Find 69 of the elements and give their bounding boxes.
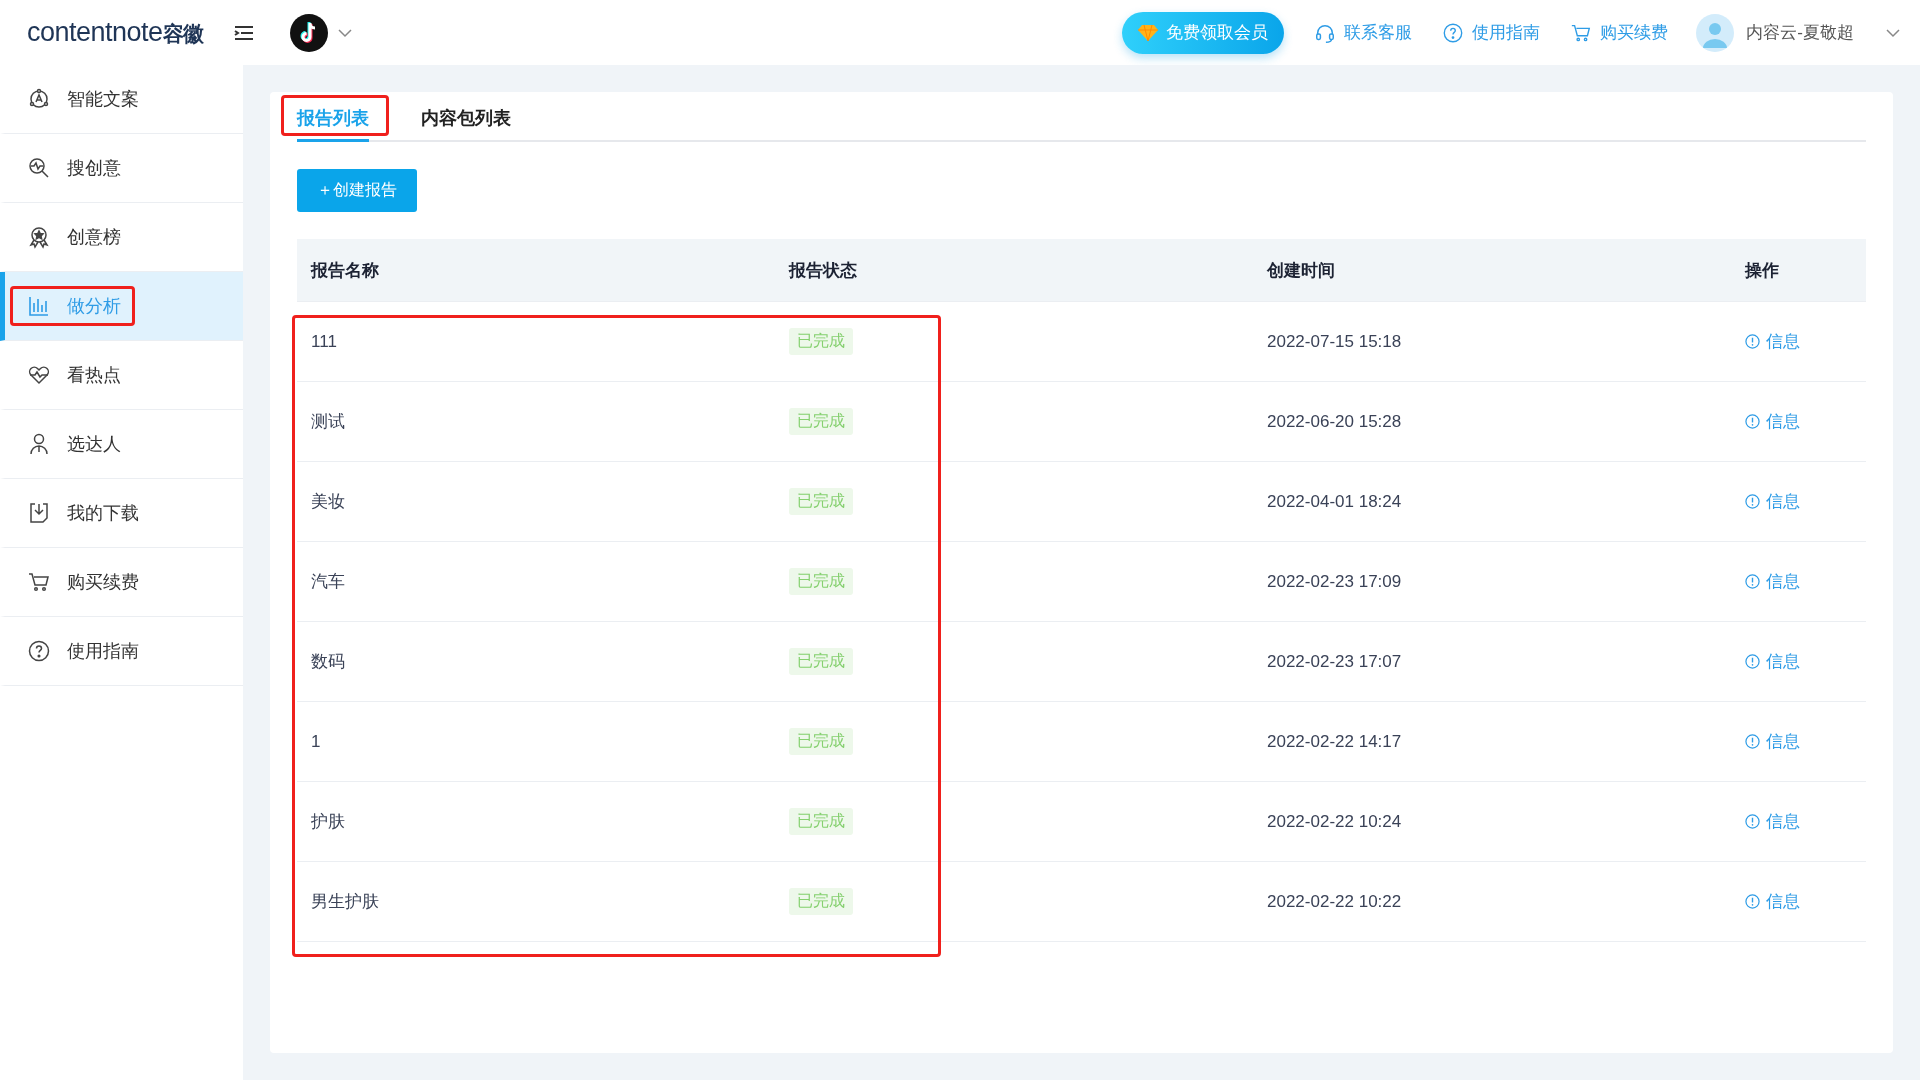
avatar-icon[interactable] (1696, 13, 1735, 52)
info-link[interactable]: 信息 (1745, 570, 1800, 593)
caret-icon[interactable] (337, 27, 352, 38)
table-cell-text: 汽车 (311, 571, 345, 593)
column-header: 操作 (1745, 259, 1780, 282)
logo: contentnote容徽 (27, 17, 204, 48)
table-cell-text: 美妆 (311, 491, 345, 513)
status-tag: 已完成 (789, 328, 853, 355)
table-cell: 2022-02-23 17:07 (1267, 651, 1402, 672)
column-header: 报告状态 (789, 259, 858, 282)
status-tag: 已完成 (789, 888, 853, 915)
table-cell-text: 护肤 (311, 811, 345, 833)
status-tag: 已完成 (789, 568, 853, 595)
info-link[interactable]: 信息 (1745, 730, 1800, 753)
create-report-button[interactable]: ＋创建报告 (297, 169, 417, 212)
info-link[interactable]: 信息 (1745, 650, 1800, 673)
table-cell-text: 测试 (311, 411, 345, 433)
status-tag: 已完成 (789, 648, 853, 675)
table-cell: 2022-04-01 18:24 (1267, 491, 1402, 512)
info-link[interactable]: 信息 (1745, 890, 1800, 913)
table-cell: 2022-02-23 17:09 (1267, 571, 1402, 592)
info-icon (1745, 334, 1760, 349)
tab[interactable]: 内容包列表 (421, 96, 511, 142)
download-icon (27, 501, 51, 525)
status-tag: 已完成 (789, 408, 853, 435)
info-icon (1745, 494, 1760, 509)
info-icon (1745, 894, 1760, 909)
info-icon (1745, 654, 1760, 669)
table-cell: 2022-02-22 14:17 (1267, 731, 1402, 752)
table-cell: 1 (311, 731, 321, 752)
info-icon (1745, 734, 1760, 749)
help-icon (1442, 21, 1465, 44)
column-header: 报告名称 (311, 259, 380, 282)
table-cell: 111 (311, 331, 337, 352)
info-icon (1745, 574, 1760, 589)
column-header: 创建时间 (1267, 259, 1336, 282)
search-icon (27, 156, 51, 180)
table-cell: 2022-07-15 15:18 (1267, 331, 1402, 352)
status-tag: 已完成 (789, 728, 853, 755)
music-note-icon[interactable] (289, 13, 328, 52)
header-link[interactable]: 使用指南 (1442, 21, 1541, 44)
vip-button[interactable]: 免费领取会员 (1122, 11, 1285, 54)
status-tag: 已完成 (789, 808, 853, 835)
caret-icon[interactable] (1886, 27, 1900, 38)
info-icon (1745, 814, 1760, 829)
user-name[interactable]: 内容云-夏敬超 (1746, 21, 1854, 44)
info-link[interactable]: 信息 (1745, 330, 1800, 353)
info-link[interactable]: 信息 (1745, 410, 1800, 433)
heart-icon (27, 363, 51, 387)
header-link[interactable]: 购买续费 (1570, 21, 1669, 44)
info-link[interactable]: 信息 (1745, 490, 1800, 513)
info-icon (1745, 414, 1760, 429)
header-link[interactable]: 联系客服 (1314, 21, 1413, 44)
person-icon (27, 432, 51, 456)
status-tag: 已完成 (789, 488, 853, 515)
table-cell: 2022-06-20 15:28 (1267, 411, 1402, 432)
diamond-icon (1138, 23, 1159, 42)
table-cell-text: 男生护肤 (311, 891, 379, 913)
table-cell-text: 数码 (311, 651, 345, 673)
help-icon (27, 639, 51, 663)
cart-icon (27, 570, 51, 594)
table-cell: 2022-02-22 10:22 (1267, 891, 1402, 912)
info-link[interactable]: 信息 (1745, 810, 1800, 833)
sidebar-item[interactable]: 做分析 (0, 272, 243, 341)
table-cell: 2022-02-22 10:24 (1267, 811, 1402, 832)
bar-chart-icon (27, 294, 51, 318)
award-icon (27, 225, 51, 249)
tab[interactable]: 报告列表 (297, 96, 369, 142)
menu-icon[interactable] (233, 24, 254, 41)
